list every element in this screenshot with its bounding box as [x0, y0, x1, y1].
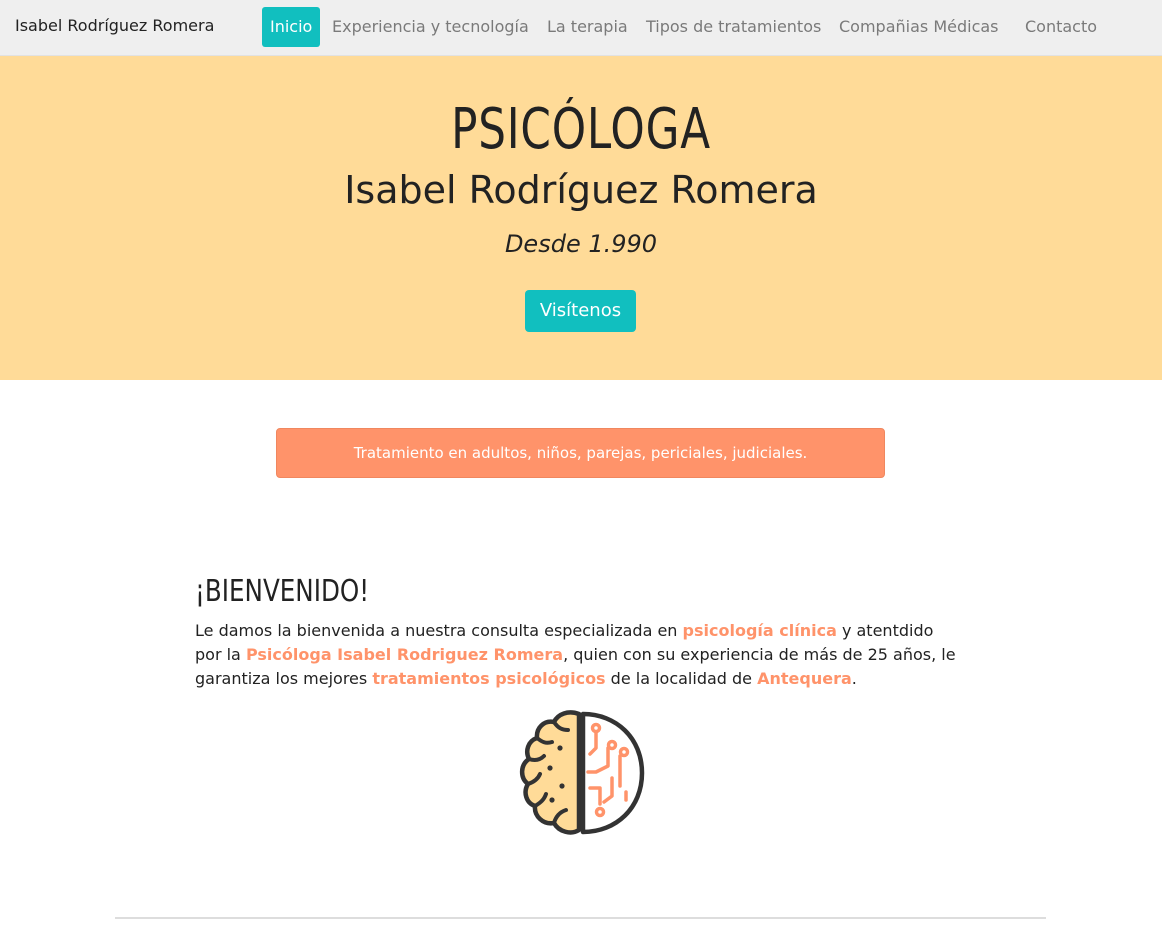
nav-item-experiencia-y-tecnologia[interactable]: Experiencia y tecnología [324, 7, 537, 47]
welcome-paragraph: Le damos la bienvenida a nuestra consult… [195, 619, 960, 691]
welcome-text-4: de la localidad de [605, 669, 758, 688]
welcome-heading: ¡BIENVENIDO! [195, 574, 370, 609]
nav-item-inicio[interactable]: Inicio [262, 7, 321, 47]
nav-item-contacto[interactable]: Contacto [1017, 7, 1105, 47]
section-divider [115, 917, 1046, 919]
hero-title: PSICÓLOGA [451, 97, 711, 162]
nav-item-la-terapia[interactable]: La terapia [539, 7, 636, 47]
hero-name: Isabel Rodríguez Romera [344, 168, 818, 212]
link-tratamientos-psicologicos[interactable]: tratamientos psicológicos [372, 669, 605, 688]
visit-button[interactable]: Visítenos [525, 290, 636, 332]
hero-since: Desde 1.990 [504, 230, 658, 258]
link-psicologia-clinica[interactable]: psicología clínica [683, 621, 837, 640]
hero-section: PSICÓLOGA Isabel Rodríguez Romera Desde … [0, 56, 1162, 380]
link-antequera[interactable]: Antequera [757, 669, 852, 688]
navbar: Isabel Rodríguez Romera Inicio Experienc… [0, 0, 1162, 56]
nav-item-companias-medicas[interactable]: Compañias Médicas [831, 7, 1007, 47]
welcome-text-1: Le damos la bienvenida a nuestra consult… [195, 621, 683, 640]
brain-circuit-icon [519, 710, 645, 835]
welcome-text-5: . [851, 669, 857, 688]
link-psicologa-isabel[interactable]: Psicóloga Isabel Rodriguez Romera [246, 645, 563, 664]
navbar-brand[interactable]: Isabel Rodríguez Romera [15, 16, 214, 35]
treatments-banner: Tratamiento en adultos, niños, parejas, … [276, 428, 885, 478]
nav-item-tipos-de-tratamientos[interactable]: Tipos de tratamientos [638, 7, 829, 47]
